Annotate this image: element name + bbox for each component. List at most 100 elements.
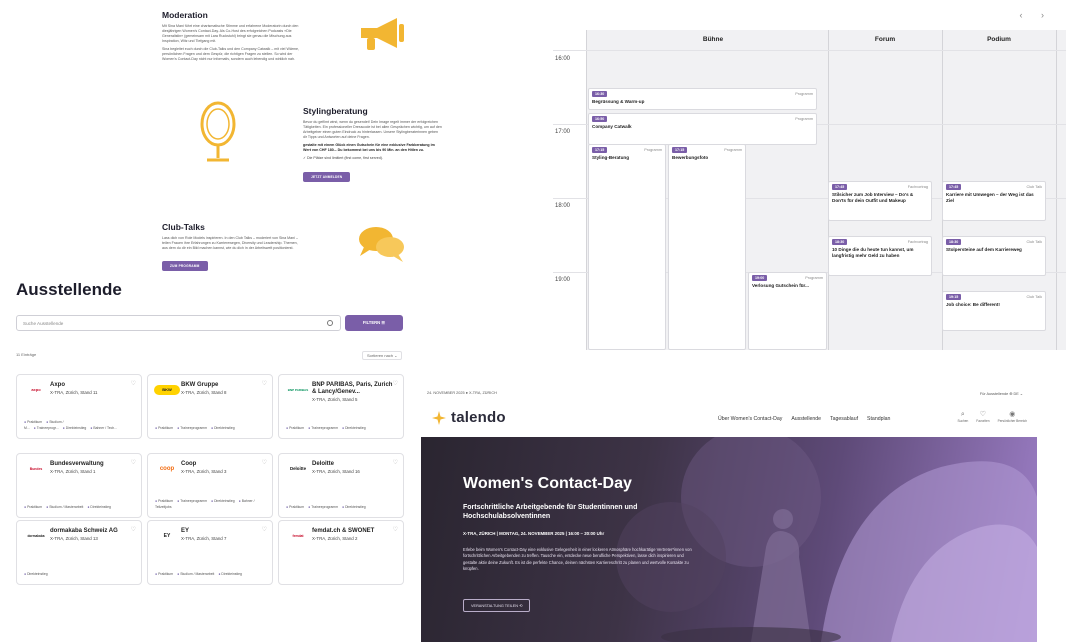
company-name: Bundesverwaltung [50, 461, 104, 467]
company-location: X-TRA, Zürich, Stand 11 [50, 390, 98, 395]
favorite-heart-icon[interactable]: ♡ [393, 526, 398, 533]
company-location: X-TRA, Zürich, Stand 13 [50, 536, 98, 541]
site-header: 24. NOVEMBER 2025 ● X-TRA, ZÜRICH Für Au… [421, 383, 1037, 437]
favorite-heart-icon[interactable]: ♡ [262, 380, 267, 387]
event-card[interactable]: 18:30 Club Talk Stolpersteine auf dem Kar… [942, 236, 1046, 276]
job-type-tag: Traineeprogramm [308, 505, 338, 509]
search-icon[interactable] [327, 320, 333, 326]
nav-about[interactable]: Über Women's Contact-Day [718, 416, 782, 422]
company-logo: coop [159, 466, 175, 472]
nav-exhibitors[interactable]: Ausstellende [791, 416, 821, 422]
job-type-tag: Direkteinstieg [211, 499, 235, 503]
job-type-tags: Praktikum Traineeprogramm Direkteinstieg [286, 504, 402, 510]
time-label: 19:00 [555, 277, 571, 283]
exhibitor-card[interactable]: EY EY X-TRA, Zürich, Stand 7 ♡ Praktikum Stud… [147, 520, 273, 585]
feature-title: Club-Talks [162, 222, 205, 232]
exhibitor-card[interactable]: Deloitte Deloitte X-TRA, Zürich, Stand 16 ♡… [278, 453, 404, 518]
feature-body: Bevor du gefilmt wirst, wenn du gesendet… [303, 120, 442, 139]
talendo-logo[interactable]: talendo [431, 409, 506, 426]
exhibitor-card[interactable]: Bundes Bundesverwaltung X-TRA, Zürich, Sta… [16, 453, 142, 518]
event-date-line: 24. NOVEMBER 2025 ● X-TRA, ZÜRICH [427, 391, 497, 395]
job-type-tag: Traineeprogramm [308, 426, 338, 430]
company-name: Axpo [50, 382, 65, 388]
company-name: BKW Gruppe [181, 382, 219, 388]
favorite-heart-icon[interactable]: ♡ [262, 459, 267, 466]
job-type-tag: Praktikum [155, 426, 173, 430]
event-card[interactable]: 19:00 Programm Verlosung Gutschein für... [748, 272, 827, 350]
job-type-tag: Studium / Masterarbeit [177, 572, 214, 576]
register-button[interactable]: JETZT ANMELDEN [303, 172, 351, 182]
search-input[interactable]: Suche Ausstellende [16, 315, 341, 331]
company-logo: EY [163, 533, 171, 539]
job-type-tags: PraktikumTraineeprogrammDirekteinstiegBa… [155, 498, 271, 510]
job-type-tag: Direkteinstieg [342, 505, 366, 509]
company-location: X-TRA, Zürich, Stand 16 [312, 469, 360, 474]
company-logo: axpo [31, 387, 41, 392]
favorite-heart-icon[interactable]: ♡ [393, 459, 398, 466]
nav-schedule[interactable]: Tagesablauf [830, 416, 858, 422]
schedule-panel: ‹ › Bühne Forum Podium 16:00 17:00 18:00… [553, 0, 1066, 350]
exhibitor-card[interactable]: BNP PARIBAS BNP PARIBAS, Paris, Zurich & … [278, 374, 404, 439]
hero-panel: 24. NOVEMBER 2025 ● X-TRA, ZÜRICH Für Au… [421, 383, 1037, 642]
event-card[interactable]: 18:30 Fachvortrag 10 Dinge die du heute t… [828, 236, 932, 276]
feature-title: Moderation [162, 10, 208, 20]
favorite-heart-icon[interactable]: ♡ [262, 526, 267, 533]
company-name: femdat.ch & SWONET [312, 528, 375, 534]
event-card[interactable]: 17:15 Programm Bewerbungsfoto [668, 144, 746, 350]
company-name: dormakaba Schweiz AG [50, 528, 118, 534]
exhibitor-card[interactable]: dormakaba dormakaba Schweiz AG X-TRA, Züri… [16, 520, 142, 585]
job-type-tags: Praktikum Studium / Masterarbeit Direktein… [155, 571, 271, 577]
features-panel: Moderation Mit Sina Mani führt eine char… [0, 0, 550, 272]
company-logo: BNP PARIBAS [287, 388, 309, 392]
favorite-heart-icon[interactable]: ♡ [131, 380, 136, 387]
feature-body: Lass dich von Role Models inspirieren. I… [162, 236, 298, 250]
job-type-tag: Direkteinstieg [211, 426, 235, 430]
nav-floorplan[interactable]: Standplan [867, 416, 890, 422]
event-card[interactable]: 17:15 Programm Styling-Beratung [588, 144, 666, 350]
megaphone-icon [361, 18, 404, 50]
event-meta: X-TRA, ZÜRICH | MONTAG, 24. NOVEMBER 202… [463, 531, 605, 536]
column-header-forum: Forum [874, 36, 896, 43]
exhibitor-card[interactable]: coop Coop X-TRA, Zürich, Stand 3 ♡ Praktikum… [147, 453, 273, 518]
exhibitors-title: Ausstellende [16, 280, 122, 299]
favorite-heart-icon[interactable]: ♡ [131, 526, 136, 533]
heart-icon: ♡ [979, 411, 987, 418]
event-card[interactable]: 19:15 Club Talk Job choice: Be different! [942, 291, 1046, 331]
company-name: Coop [181, 461, 197, 467]
favorite-heart-icon[interactable]: ♡ [131, 459, 136, 466]
header-utility-links[interactable]: Für Ausstellende ⊕ DE ⌄ [980, 391, 1023, 396]
event-card[interactable]: 17:45 Fachvortrag Stilsicher zum Job Inte… [828, 181, 932, 221]
account-nav-item[interactable]: ◉ Persönlicher Bereich [998, 411, 1027, 423]
favorite-heart-icon[interactable]: ♡ [393, 380, 398, 387]
sort-dropdown[interactable]: Sortieren nach ⌄ [362, 351, 403, 360]
event-card[interactable]: 17:45 Club Talk Karriere mit Umwegen – de… [942, 181, 1046, 221]
feature-title: Stylingberatung [303, 106, 368, 116]
event-card[interactable]: 16:50 Programm Company Catwalk [588, 113, 817, 145]
job-type-tag: Traineeprogramm [177, 426, 207, 430]
schedule-nav-arrows[interactable]: ‹ › [1020, 10, 1053, 20]
job-type-tags: Praktikum Traineeprogramm Direkteinstieg [286, 425, 402, 431]
company-name: EY [181, 528, 190, 534]
feature-body: Mit Sina Mani führt eine charismatische … [162, 24, 299, 43]
job-type-tag: Direkteinstieg [24, 572, 48, 576]
favorites-nav-item[interactable]: ♡ Favoriten [976, 411, 989, 423]
exhibitor-card[interactable]: femdat femdat.ch & SWONET X-TRA, Zürich, S… [278, 520, 404, 585]
exhibitor-card[interactable]: BKWBKW Gruppe X-TRA, Zürich, Stand 8 ♡ Prak… [147, 374, 273, 439]
company-logo: Deloitte [289, 466, 307, 471]
share-event-button[interactable]: VERANSTALTUNG TEILEN ⟲ [463, 599, 531, 612]
main-nav: Über Women's Contact-Day Ausstellende Ta… [718, 416, 890, 422]
time-label: 16:00 [555, 56, 571, 62]
collage-root: Moderation Mit Sina Mani führt eine char… [0, 0, 1066, 642]
search-nav-item[interactable]: ⌕ Suchen [957, 411, 968, 423]
filter-button[interactable]: FILTERN ☰ [345, 315, 403, 331]
feature-club-talks: Club-Talks Lass dich von Role Models ins… [162, 222, 302, 272]
event-card[interactable]: 16:30 Programm Begrüssung & Warm-up [588, 88, 817, 110]
job-type-tag: Praktikum [286, 426, 304, 430]
job-type-tags: Direkteinstieg [24, 571, 140, 577]
job-type-tag: Praktikum [155, 572, 173, 576]
company-logo: femdat [292, 534, 304, 538]
company-location: X-TRA, Zürich, Stand 3 [181, 469, 227, 474]
feature-moderation: Moderation Mit Sina Mani führt eine char… [162, 10, 302, 65]
job-type-tag: Direkteinstieg [218, 572, 242, 576]
exhibitor-card[interactable]: axpo Axpo X-TRA, Zürich, Stand 11 ♡ Praktiku… [16, 374, 142, 439]
